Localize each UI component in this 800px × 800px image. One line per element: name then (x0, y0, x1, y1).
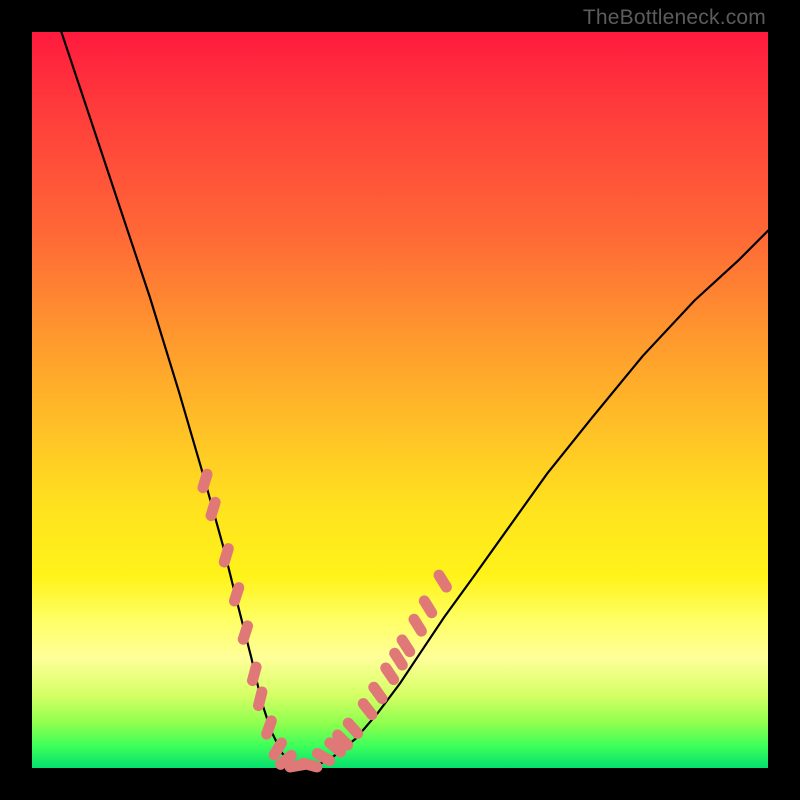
marker-cap (431, 568, 454, 595)
plot-area (32, 32, 768, 768)
marker-cap (217, 542, 235, 569)
marker-cap (246, 660, 263, 687)
marker-cap (260, 714, 279, 741)
chart-svg (32, 32, 768, 768)
marker-cap (236, 619, 254, 646)
watermark-text: TheBottleneck.com (583, 6, 766, 30)
marker-layer (196, 467, 454, 773)
marker-cap (204, 495, 222, 522)
curve-line (61, 32, 768, 767)
marker-cap (356, 696, 380, 722)
marker-cap (252, 685, 269, 712)
marker-cap (406, 612, 429, 639)
marker-cap (196, 467, 214, 494)
chart-frame: TheBottleneck.com (0, 0, 800, 800)
marker-cap (417, 593, 440, 620)
marker-cap (228, 581, 246, 608)
